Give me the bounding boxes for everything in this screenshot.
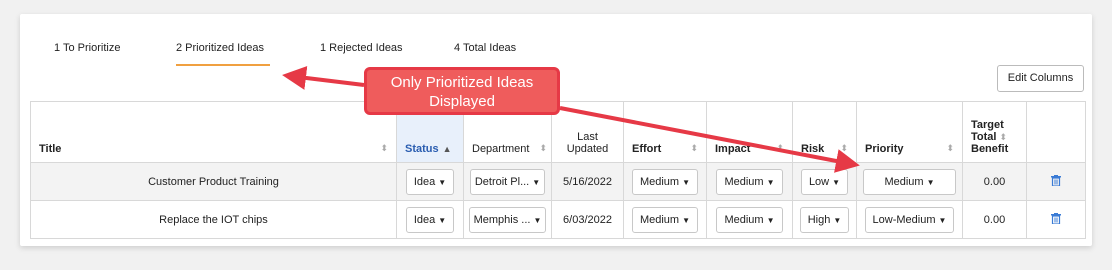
edit-columns-button[interactable]: Edit Columns <box>997 65 1084 92</box>
tab-total-ideas[interactable]: 4 Total Ideas <box>454 42 516 54</box>
cell-target-total-benefit: 0.00 <box>962 200 1027 239</box>
department-dropdown[interactable]: Memphis ... ▼ <box>468 206 547 233</box>
callout-line-2: Displayed <box>429 93 495 110</box>
cell-impact: Medium ▼ <box>706 200 793 239</box>
sort-icon: ⬍ <box>946 143 954 153</box>
risk-dropdown[interactable]: Low ▼ <box>800 168 849 195</box>
annotation-callout: Only Prioritized Ideas Displayed <box>364 67 560 115</box>
cell-actions <box>1026 200 1086 239</box>
column-header-actions <box>1026 101 1086 163</box>
department-dropdown[interactable]: Detroit Pl... ▼ <box>469 168 546 195</box>
cell-last-updated: 6/03/2022 <box>551 200 624 239</box>
priority-dropdown[interactable]: Low-Medium ▼ <box>864 206 955 233</box>
cell-target-total-benefit: 0.00 <box>962 162 1027 201</box>
sort-icon: ⬍ <box>840 143 848 153</box>
cell-status: Idea ▼ <box>396 200 464 239</box>
cell-department: Detroit Pl... ▼ <box>463 162 552 201</box>
sort-icon: ⬍ <box>776 143 784 153</box>
header-label: Target <box>971 119 1004 131</box>
cell-risk: Low ▼ <box>792 162 857 201</box>
caret-down-icon: ▼ <box>533 215 542 225</box>
header-label: Impact <box>715 143 751 155</box>
cell-priority: Medium ▼ <box>856 162 963 201</box>
header-label: Risk <box>801 143 825 155</box>
cell-title: Customer Product Training <box>30 162 397 201</box>
cell-impact: Medium ▼ <box>706 162 793 201</box>
caret-down-icon: ▼ <box>438 215 447 225</box>
impact-dropdown[interactable]: Medium ▼ <box>716 206 783 233</box>
sort-icon: ⬍ <box>380 143 388 153</box>
column-header-title[interactable]: Title ⬍ <box>30 101 397 163</box>
column-header-target-total-benefit[interactable]: Target Total ⬍ Benefit <box>962 101 1027 163</box>
header-label: Priority <box>865 143 904 155</box>
caret-down-icon: ▼ <box>532 177 541 187</box>
sort-icon: ⬍ <box>690 143 698 153</box>
active-tab-indicator <box>176 64 270 66</box>
cell-last-updated: 5/16/2022 <box>551 162 624 201</box>
caret-down-icon: ▼ <box>682 177 691 187</box>
caret-down-icon: ▼ <box>766 177 775 187</box>
column-header-last-updated[interactable]: Last Updated <box>551 101 624 163</box>
header-label: Department <box>472 143 530 155</box>
header-label: Total ⬍ <box>971 131 1008 143</box>
header-label: Title <box>39 143 62 155</box>
cell-effort: Medium ▼ <box>623 200 707 239</box>
cell-risk: High ▼ <box>792 200 857 239</box>
callout-line-1: Only Prioritized Ideas <box>390 74 534 91</box>
cell-priority: Low-Medium ▼ <box>856 200 963 239</box>
caret-down-icon: ▼ <box>682 215 691 225</box>
header-label: Status <box>405 143 439 155</box>
caret-down-icon: ▼ <box>766 215 775 225</box>
tab-prioritized-ideas[interactable]: 2 Prioritized Ideas <box>176 42 264 54</box>
header-label: Benefit <box>971 143 1009 155</box>
cell-department: Memphis ... ▼ <box>463 200 552 239</box>
caret-down-icon: ▼ <box>832 177 841 187</box>
table-row[interactable]: Customer Product Training Idea ▼ Detroit … <box>30 162 1086 201</box>
tab-to-prioritize[interactable]: 1 To Prioritize <box>54 42 120 54</box>
header-label: Last <box>577 131 598 143</box>
table-row[interactable]: Replace the IOT chips Idea ▼ Memphis ... ▼… <box>30 200 1086 239</box>
cell-title: Replace the IOT chips <box>30 200 397 239</box>
status-dropdown[interactable]: Idea ▼ <box>405 168 455 195</box>
cell-effort: Medium ▼ <box>623 162 707 201</box>
effort-dropdown[interactable]: Medium ▼ <box>631 168 699 195</box>
column-header-effort[interactable]: Effort ⬍ <box>623 101 707 163</box>
trash-icon[interactable] <box>1051 174 1061 186</box>
column-header-impact[interactable]: Impact ⬍ <box>706 101 793 163</box>
caret-down-icon: ▼ <box>926 177 935 187</box>
status-dropdown[interactable]: Idea ▼ <box>405 206 455 233</box>
priority-dropdown[interactable]: Medium ▼ <box>863 168 956 195</box>
trash-icon[interactable] <box>1051 212 1061 224</box>
cell-status: Idea ▼ <box>396 162 464 201</box>
caret-down-icon: ▼ <box>833 215 842 225</box>
caret-down-icon: ▼ <box>438 177 447 187</box>
sort-icon: ⬍ <box>539 143 547 153</box>
tab-rejected-ideas[interactable]: 1 Rejected Ideas <box>320 42 403 54</box>
cell-actions <box>1026 162 1086 201</box>
column-header-risk[interactable]: Risk ⬍ <box>792 101 857 163</box>
header-label: Effort <box>632 143 662 155</box>
ideas-table: Title ⬍ Status ▲ Department ⬍ Last Updated E… <box>30 101 1086 239</box>
caret-down-icon: ▼ <box>938 215 947 225</box>
impact-dropdown[interactable]: Medium ▼ <box>716 168 783 195</box>
sort-ascending-icon: ▲ <box>442 144 452 154</box>
column-header-priority[interactable]: Priority ⬍ <box>856 101 963 163</box>
effort-dropdown[interactable]: Medium ▼ <box>631 206 699 233</box>
risk-dropdown[interactable]: High ▼ <box>799 206 850 233</box>
header-label: Updated <box>566 143 609 155</box>
